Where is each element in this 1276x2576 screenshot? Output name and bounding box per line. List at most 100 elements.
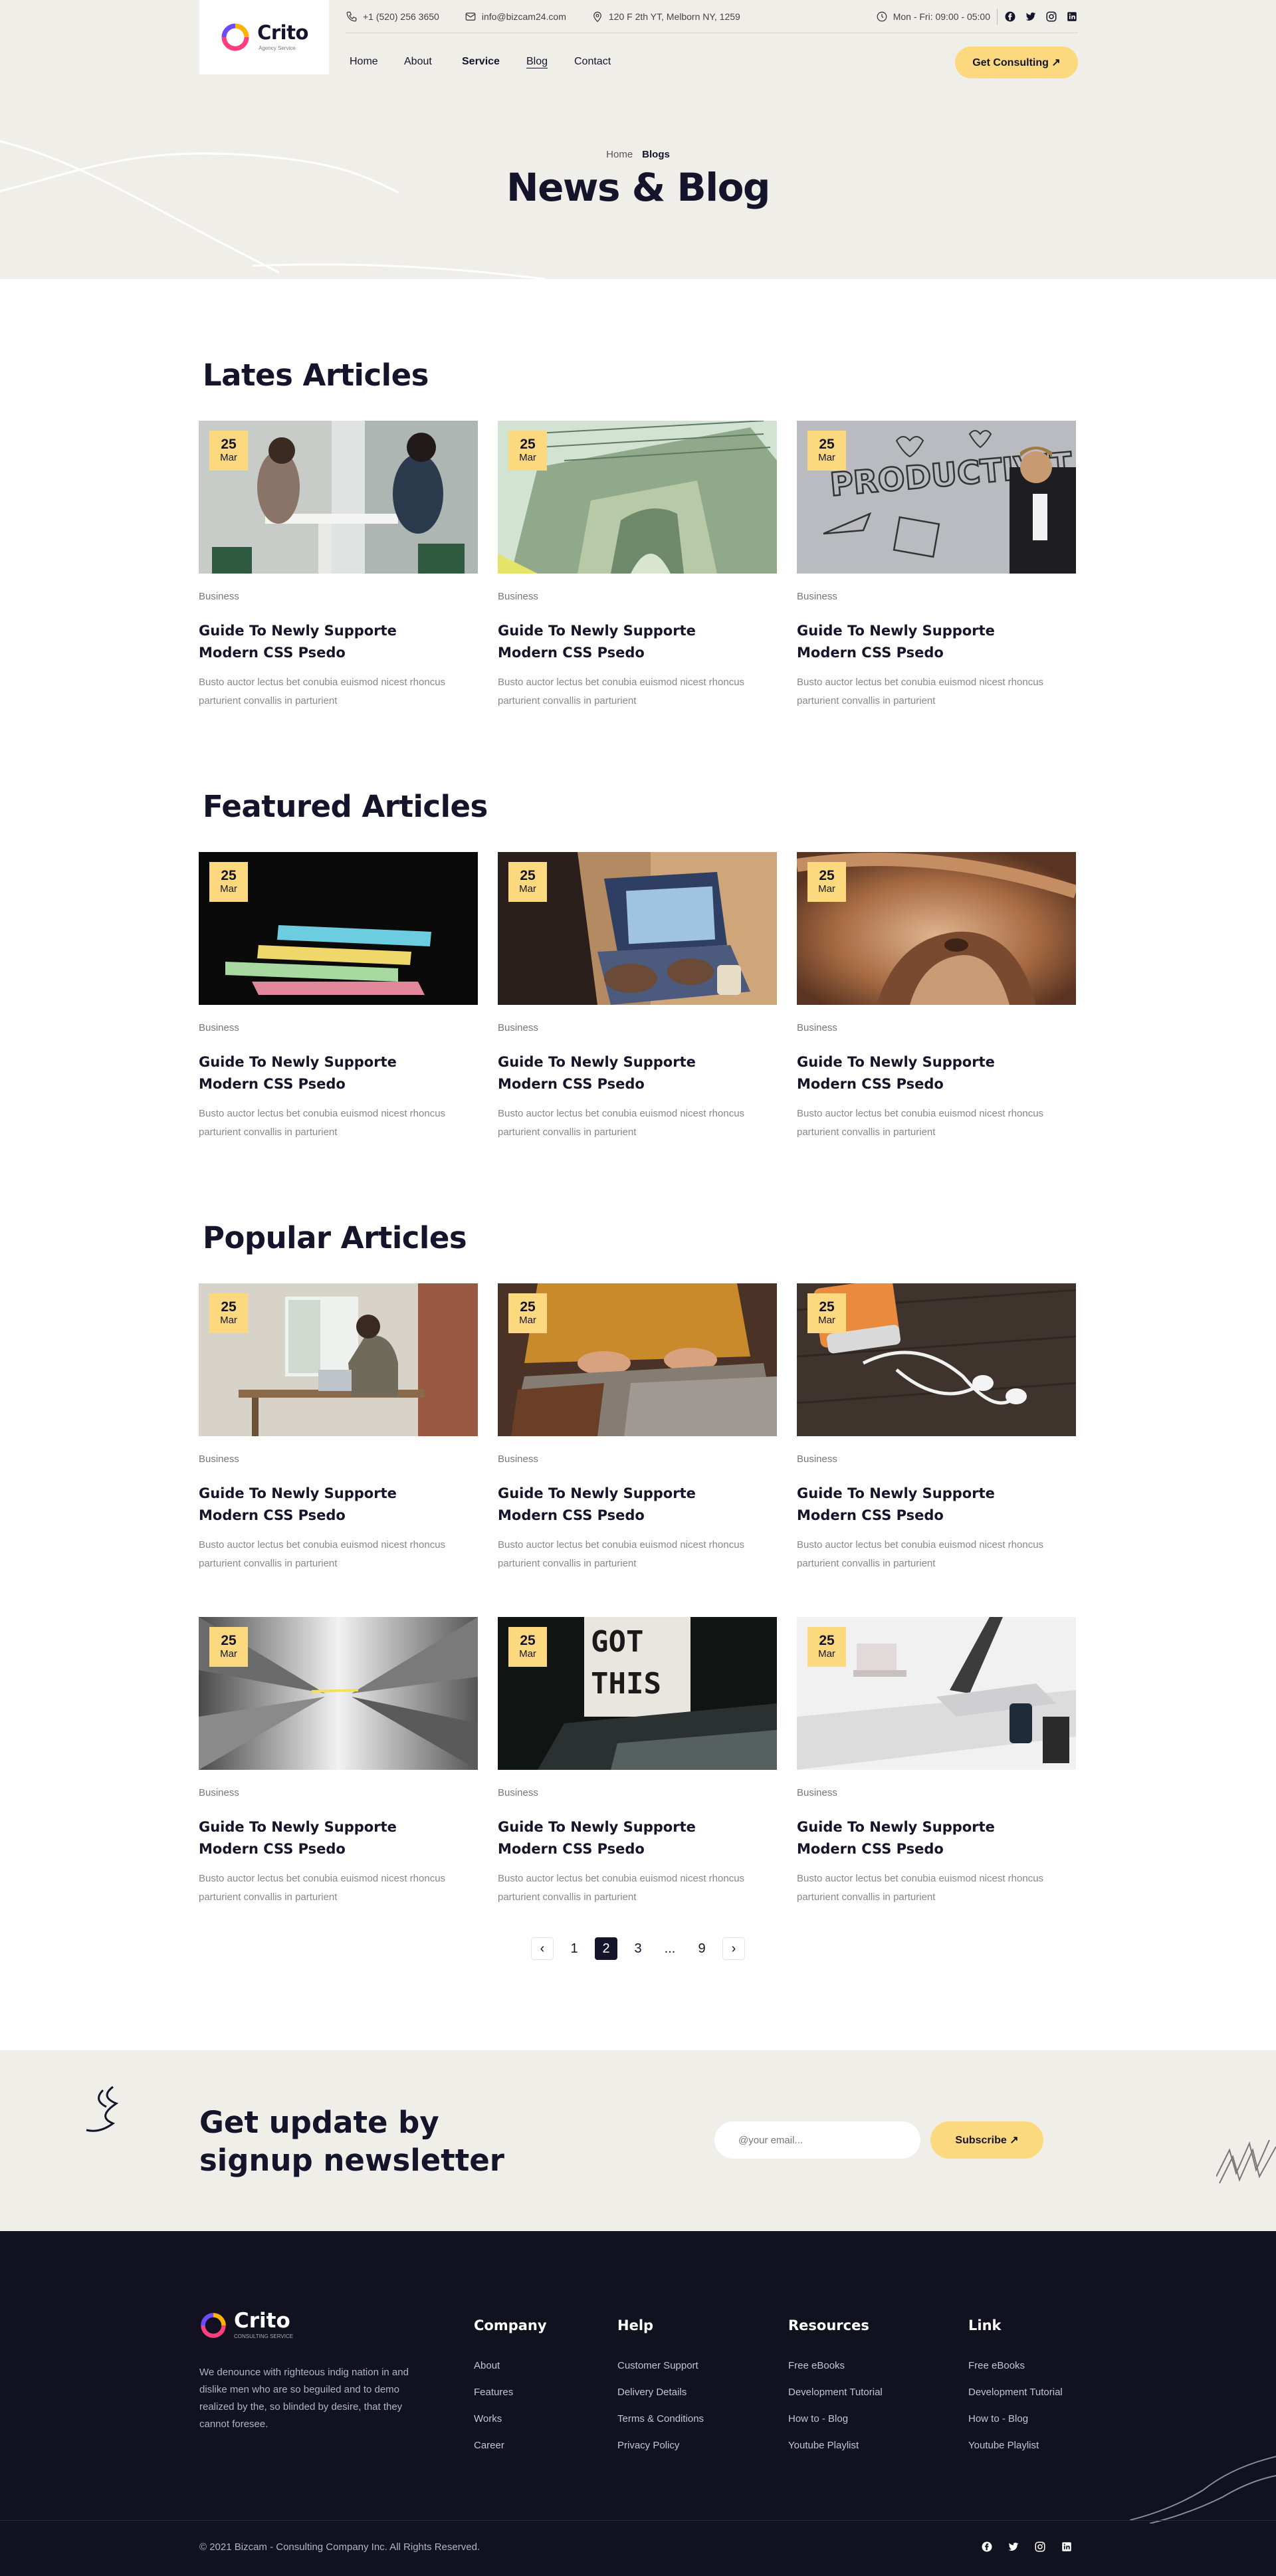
article-card[interactable]: GOT THIS 25 Mar Business Guide To Newly S… (498, 1617, 777, 1907)
page-3[interactable]: 3 (627, 1937, 649, 1960)
article-category[interactable]: Business (199, 1453, 478, 1467)
footer-link[interactable]: How to - Blog (788, 2413, 883, 2440)
linkedin-icon[interactable] (1066, 11, 1078, 23)
linkedin-icon[interactable] (1061, 2541, 1073, 2553)
footer-link[interactable]: Terms & Conditions (617, 2413, 704, 2440)
date-badge: 25 Mar (209, 862, 248, 902)
article-category[interactable]: Business (498, 1453, 777, 1467)
article-category[interactable]: Business (498, 1022, 777, 1035)
article-excerpt: Busto auctor lectus bet conubia euismod … (199, 1108, 446, 1138)
footer-link[interactable]: Customer Support (617, 2360, 704, 2387)
instagram-icon[interactable] (1045, 11, 1057, 23)
article-category[interactable]: Business (797, 1787, 1076, 1800)
footer-link[interactable]: Delivery Details (617, 2387, 704, 2413)
prev-page-button[interactable]: ‹ (531, 1937, 554, 1960)
article-card[interactable]: 25 Mar Business Guide To Newly Supporte M… (498, 421, 777, 710)
footer-link[interactable]: Career (474, 2440, 547, 2466)
twitter-icon[interactable] (1008, 2541, 1019, 2553)
date-badge: 25 Mar (807, 862, 846, 902)
article-category[interactable]: Business (797, 591, 1076, 604)
article-thumbnail[interactable]: PRODUCTIVIT 25 Mar (797, 421, 1076, 574)
email-link[interactable]: info@bizcam24.com (465, 11, 566, 23)
footer-link[interactable]: Free eBooks (788, 2360, 883, 2387)
article-title[interactable]: Guide To Newly Supporte Modern CSS Psedo (797, 1051, 1016, 1095)
footer-link[interactable]: Privacy Policy (617, 2440, 704, 2466)
article-thumbnail[interactable]: 25 Mar (199, 1283, 478, 1436)
article-thumbnail[interactable]: 25 Mar (498, 1283, 777, 1436)
article-thumbnail[interactable]: 25 Mar (498, 852, 777, 1005)
article-title[interactable]: Guide To Newly Supporte Modern CSS Psedo (797, 1483, 1016, 1527)
article-category[interactable]: Business (199, 591, 478, 604)
article-title[interactable]: Guide To Newly Supporte Modern CSS Psedo (199, 1483, 418, 1527)
nav-item-contact[interactable]: Contact (574, 56, 611, 68)
footer-socials (981, 2541, 1073, 2553)
footer-link[interactable]: Free eBooks (968, 2360, 1063, 2387)
footer-link[interactable]: About (474, 2360, 547, 2387)
article-title[interactable]: Guide To Newly Supporte Modern CSS Psedo (797, 620, 1016, 664)
footer-link[interactable]: Features (474, 2387, 547, 2413)
nav-item-home[interactable]: Home (350, 56, 378, 68)
article-card[interactable]: 25 Mar Business Guide To Newly Supporte M… (199, 852, 478, 1142)
facebook-icon[interactable] (981, 2541, 993, 2553)
article-card[interactable]: 25 Mar Business Guide To Newly Supporte M… (797, 1283, 1076, 1573)
footer-link[interactable]: Youtube Playlist (788, 2440, 883, 2466)
article-thumbnail[interactable]: 25 Mar (199, 1617, 478, 1770)
get-consulting-button[interactable]: Get Consulting ↗ (955, 47, 1078, 78)
featured-articles-section: Featured Articles 25 Mar Business Guide T… (199, 789, 1077, 1142)
article-title[interactable]: Guide To Newly Supporte Modern CSS Psedo (498, 620, 717, 664)
phone-link[interactable]: +1 (520) 256 3650 (346, 11, 439, 23)
page-2-current[interactable]: 2 (595, 1937, 617, 1960)
article-card[interactable]: 25 Mar Business Guide To Newly Supporte M… (797, 1617, 1076, 1907)
article-card[interactable]: 25 Mar Business Guide To Newly Supporte M… (199, 1617, 478, 1907)
article-title[interactable]: Guide To Newly Supporte Modern CSS Psedo (498, 1816, 717, 1860)
article-thumbnail[interactable]: GOT THIS 25 Mar (498, 1617, 777, 1770)
article-title[interactable]: Guide To Newly Supporte Modern CSS Psedo (199, 1816, 418, 1860)
email-text: info@bizcam24.com (481, 11, 566, 22)
page-1[interactable]: 1 (563, 1937, 585, 1960)
article-category[interactable]: Business (199, 1022, 478, 1035)
twitter-icon[interactable] (1025, 11, 1037, 23)
logo[interactable]: Crito Agency Service (199, 0, 329, 74)
article-title[interactable]: Guide To Newly Supporte Modern CSS Psedo (498, 1483, 717, 1527)
breadcrumb: Home Blogs (0, 149, 1276, 160)
article-card[interactable]: 25 Mar Business Guide To Newly Supporte M… (498, 852, 777, 1142)
footer-link[interactable]: Youtube Playlist (968, 2440, 1063, 2466)
article-excerpt: Busto auctor lectus bet conubia euismod … (797, 1539, 1044, 1569)
article-category[interactable]: Business (797, 1453, 1076, 1467)
article-title[interactable]: Guide To Newly Supporte Modern CSS Psedo (498, 1051, 717, 1095)
footer-link[interactable]: Development Tutorial (788, 2387, 883, 2413)
article-card[interactable]: 25 Mar Business Guide To Newly Supporte M… (199, 421, 478, 710)
nav-item-service[interactable]: Service (462, 56, 500, 68)
page-9[interactable]: 9 (691, 1937, 713, 1960)
article-card[interactable]: 25 Mar Business Guide To Newly Supporte M… (199, 1283, 478, 1573)
article-category[interactable]: Business (498, 591, 777, 604)
next-page-button[interactable]: › (722, 1937, 745, 1960)
article-card[interactable]: 25 Mar Business Guide To Newly Supporte M… (797, 852, 1076, 1142)
article-thumbnail[interactable]: 25 Mar (199, 852, 478, 1005)
nav-item-blog[interactable]: Blog (526, 56, 548, 68)
article-thumbnail[interactable]: 25 Mar (199, 421, 478, 574)
article-category[interactable]: Business (199, 1787, 478, 1800)
subscribe-button[interactable]: Subscribe ↗ (930, 2121, 1043, 2159)
nav-item-about[interactable]: About (404, 56, 432, 68)
article-category[interactable]: Business (797, 1022, 1076, 1035)
newsletter-email-input[interactable] (714, 2121, 920, 2159)
article-title[interactable]: Guide To Newly Supporte Modern CSS Psedo (199, 1051, 418, 1095)
article-thumbnail[interactable]: 25 Mar (797, 1617, 1076, 1770)
footer-link[interactable]: Development Tutorial (968, 2387, 1063, 2413)
article-title[interactable]: Guide To Newly Supporte Modern CSS Psedo (797, 1816, 1016, 1860)
article-title[interactable]: Guide To Newly Supporte Modern CSS Psedo (199, 620, 418, 664)
facebook-icon[interactable] (1004, 11, 1016, 23)
article-card[interactable]: PRODUCTIVIT 25 Mar Business Guide To Newl… (797, 421, 1076, 710)
article-thumbnail[interactable]: 25 Mar (797, 852, 1076, 1005)
footer-logo[interactable]: Crito CONSULTING SERVICE (199, 2311, 293, 2339)
article-category[interactable]: Business (498, 1787, 777, 1800)
footer-link[interactable]: Works (474, 2413, 547, 2440)
article-thumbnail[interactable]: 25 Mar (498, 421, 777, 574)
footer-divider (0, 2520, 1276, 2521)
instagram-icon[interactable] (1034, 2541, 1046, 2553)
footer-link[interactable]: How to - Blog (968, 2413, 1063, 2440)
breadcrumb-home[interactable]: Home (606, 149, 633, 160)
article-card[interactable]: 25 Mar Business Guide To Newly Supporte M… (498, 1283, 777, 1573)
article-thumbnail[interactable]: 25 Mar (797, 1283, 1076, 1436)
